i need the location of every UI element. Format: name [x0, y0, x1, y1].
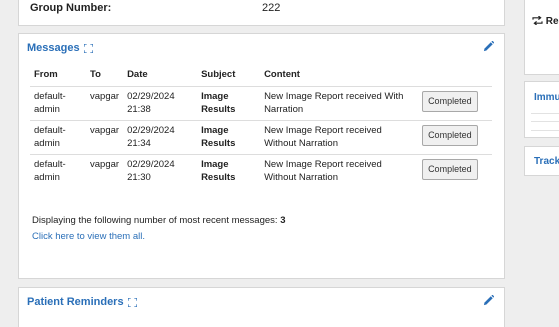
message-content: New Image Report received Without Narrat…	[260, 120, 419, 155]
repeat-icon	[532, 15, 543, 26]
message-from: default-admin	[30, 120, 86, 155]
expand-icon[interactable]	[83, 43, 93, 53]
message-to: vapgar	[90, 159, 120, 170]
messages-summary: Displaying the following number of most …	[32, 215, 285, 226]
message-status-cell: Completed	[418, 155, 492, 189]
immunizations-panel: Immu	[524, 81, 559, 138]
messages-title-label[interactable]: Messages	[27, 42, 80, 54]
message-subject: Image Results	[201, 159, 236, 183]
group-number-value: 222	[262, 2, 281, 14]
message-to: vapgar	[86, 120, 124, 155]
message-date: 02/29/2024 21:38	[123, 86, 198, 121]
col-to: To	[86, 64, 124, 87]
group-number-label: Group Number:	[30, 2, 112, 14]
col-from: From	[30, 64, 86, 87]
divider	[531, 121, 559, 122]
right-panel-top-label[interactable]: Re	[546, 16, 559, 27]
tracks-title[interactable]: Track	[534, 156, 559, 167]
col-status	[418, 64, 492, 87]
edit-pencil-icon[interactable]	[483, 41, 494, 52]
divider	[531, 113, 559, 114]
message-status-cell: Completed	[418, 120, 492, 155]
message-status-cell: Completed	[418, 86, 492, 121]
patient-reminders-title[interactable]: Patient Reminders	[27, 296, 137, 308]
completed-button[interactable]: Completed	[422, 125, 478, 146]
view-all-messages-link[interactable]: Click here to view them all.	[32, 231, 145, 242]
messages-panel: Messages From To Date Subject Content de…	[18, 33, 505, 279]
completed-button[interactable]: Completed	[422, 91, 478, 112]
message-row[interactable]: default-admin vapgar 02/29/2024 21:38 Im…	[30, 86, 492, 121]
patient-reminders-panel: Patient Reminders	[18, 287, 505, 327]
message-subject: Image Results	[197, 86, 261, 121]
expand-icon[interactable]	[127, 297, 137, 307]
message-content: New Image Report received With Narration	[260, 86, 419, 121]
message-content: New Image Report received Without Narrat…	[264, 159, 382, 183]
message-to: vapgar	[86, 86, 124, 121]
completed-button[interactable]: Completed	[422, 159, 478, 180]
divider	[531, 130, 559, 131]
edit-pencil-icon[interactable]	[483, 295, 494, 306]
message-date: 02/29/2024 21:34	[123, 120, 198, 155]
message-row[interactable]: default-admin vapgar 02/29/2024 21:34 Im…	[30, 120, 492, 155]
message-date: 02/29/2024 21:30	[127, 159, 175, 183]
immunizations-title[interactable]: Immu	[534, 92, 559, 103]
messages-title[interactable]: Messages	[27, 42, 93, 54]
messages-table-header: From To Date Subject Content	[30, 64, 492, 87]
demographics-panel: Group Number: 222	[18, 0, 505, 26]
tracks-panel: Track	[524, 146, 559, 176]
patient-reminders-title-label[interactable]: Patient Reminders	[27, 296, 124, 308]
right-panel-top: Re	[524, 0, 559, 75]
message-subject: Image Results	[197, 120, 261, 155]
col-content: Content	[260, 64, 419, 87]
col-date: Date	[123, 64, 198, 87]
col-subject: Subject	[197, 64, 261, 87]
messages-summary-count: 3	[280, 215, 286, 226]
messages-table: From To Date Subject Content default-adm…	[30, 64, 492, 188]
right-panel-top-title[interactable]: Re	[532, 15, 559, 27]
message-row[interactable]: default-admin vapgar 02/29/2024 21:30 Im…	[30, 155, 492, 189]
message-from: default-admin	[34, 159, 66, 183]
message-from: default-admin	[30, 86, 86, 121]
messages-summary-text: Displaying the following number of most …	[32, 215, 281, 226]
